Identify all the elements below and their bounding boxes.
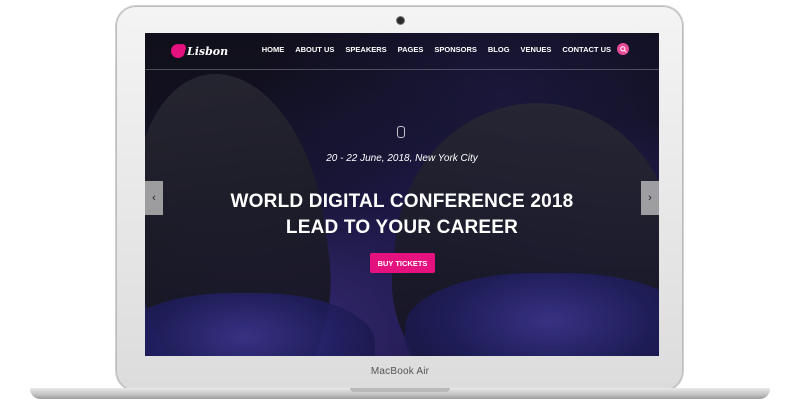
nav-contact-us[interactable]: CONTACT US <box>562 45 611 54</box>
nav-sponsors[interactable]: SPONSORS <box>434 45 477 54</box>
search-button[interactable] <box>617 43 629 55</box>
device-label: MacBook Air <box>370 366 430 377</box>
logo-mark-icon <box>171 44 185 58</box>
slider-prev-button[interactable]: ‹ <box>145 181 163 215</box>
hero-title: WORLD DIGITAL CONFERENCE 2018 LEAD TO YO… <box>145 189 659 241</box>
slider-next-button[interactable]: › <box>641 181 659 215</box>
microphone-icon <box>397 126 405 138</box>
search-icon <box>619 45 627 53</box>
nav-venues[interactable]: VENUES <box>521 45 552 54</box>
chevron-left-icon: ‹ <box>152 192 156 204</box>
nav-pages[interactable]: PAGES <box>398 45 424 54</box>
nav-home[interactable]: HOME <box>262 45 285 54</box>
buy-tickets-button[interactable]: BUY TICKETS <box>370 253 435 273</box>
hero-title-line-1: WORLD DIGITAL CONFERENCE 2018 <box>230 191 574 212</box>
nav-about-us[interactable]: ABOUT US <box>295 45 334 54</box>
logo-text: Lisbon <box>187 44 229 58</box>
nav-blog[interactable]: BLOG <box>488 45 510 54</box>
hero-title-line-2: LEAD TO YOUR CAREER <box>285 217 519 238</box>
event-date: 20 - 22 June, 2018, New York City <box>326 153 478 164</box>
camera-icon <box>397 17 404 24</box>
laptop-notch <box>350 388 450 392</box>
website-screen: Lisbon HOME ABOUT US SPEAKERS PAGES SPON… <box>145 33 659 356</box>
nav-speakers[interactable]: SPEAKERS <box>345 45 386 54</box>
site-logo[interactable]: Lisbon <box>171 42 228 60</box>
site-header: Lisbon HOME ABOUT US SPEAKERS PAGES SPON… <box>145 33 659 70</box>
chevron-right-icon: › <box>648 192 652 204</box>
main-nav: HOME ABOUT US SPEAKERS PAGES SPONSORS BL… <box>251 45 611 54</box>
